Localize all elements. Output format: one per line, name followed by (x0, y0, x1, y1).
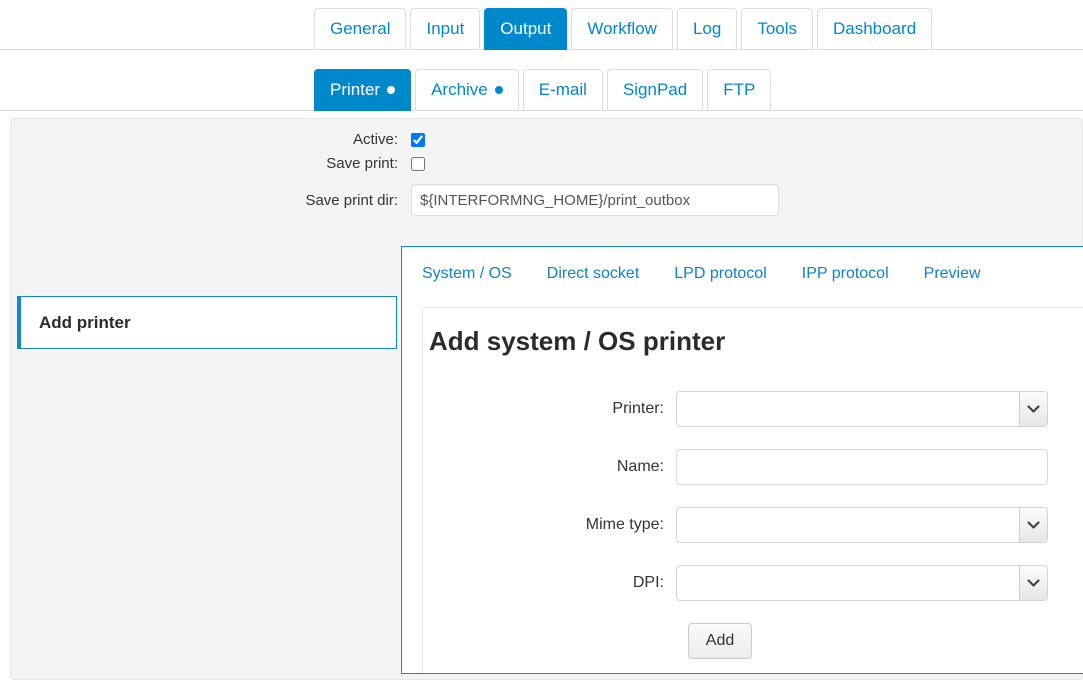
tab-tools-label: Tools (757, 19, 797, 38)
save-print-dir-input[interactable] (411, 184, 779, 216)
mime-type-select[interactable] (676, 507, 1048, 543)
save-print-label: Save print: (326, 155, 398, 172)
printer-field-row: Printer: (423, 391, 1083, 427)
active-checkbox[interactable] (411, 133, 425, 148)
status-dot-icon (494, 85, 503, 94)
name-field-control (676, 449, 1083, 485)
printer-type-tab-system-os[interactable]: System / OS (422, 265, 512, 283)
printer-type-tab-lpd-protocol[interactable]: LPD protocol (674, 265, 767, 283)
subtab-archive[interactable]: Archive (415, 69, 519, 111)
content-area: Active: Save print: Save print dir: Add … (10, 118, 1083, 680)
tab-input-label: Input (426, 19, 465, 38)
subtab-printer-label: Printer (330, 80, 381, 99)
printer-settings-form: Active: Save print: Save print dir: (11, 131, 811, 223)
main-tab-list: General Input Output Workflow Log Tools … (314, 8, 933, 50)
printer-type-tab-list: System / OS Direct socket LPD protocol I… (422, 265, 981, 283)
printer-type-tab-ipp-protocol[interactable]: IPP protocol (802, 265, 889, 283)
mime-type-field-control (676, 507, 1083, 543)
save-print-control (411, 155, 811, 172)
printer-select[interactable] (676, 391, 1048, 427)
dpi-field-row: DPI: (423, 565, 1083, 601)
subtab-signpad-label: SignPad (622, 80, 688, 99)
save-print-dir-row: Save print dir: (11, 184, 811, 216)
tab-log-label: Log (692, 19, 722, 38)
tab-general[interactable]: General (314, 8, 407, 50)
output-sub-tab-list: Printer Archive E-mail SignPad FTP (314, 69, 772, 111)
tab-workflow[interactable]: Workflow (571, 8, 673, 50)
chevron-down-icon (1019, 508, 1047, 542)
tab-dashboard[interactable]: Dashboard (817, 8, 933, 50)
chevron-down-icon (1019, 566, 1047, 600)
save-print-checkbox[interactable] (411, 157, 425, 172)
add-button[interactable]: Add (688, 623, 752, 659)
save-print-row: Save print: (11, 155, 811, 172)
main-tab-bar: General Input Output Workflow Log Tools … (0, 0, 1083, 50)
printer-field-label: Printer: (612, 400, 664, 417)
subtab-email-label: E-mail (538, 80, 587, 99)
dpi-select-value (677, 566, 1047, 600)
subtab-ftp[interactable]: FTP (707, 69, 772, 111)
add-printer-panel-header[interactable]: Add printer (17, 296, 397, 349)
add-printer-panel: Add printer (17, 296, 397, 656)
printer-type-panel: System / OS Direct socket LPD protocol I… (401, 246, 1083, 674)
dpi-field-label: DPI: (632, 574, 664, 591)
save-print-dir-control (411, 184, 811, 216)
tab-output[interactable]: Output (484, 8, 568, 50)
subtab-signpad[interactable]: SignPad (606, 69, 704, 111)
printer-type-tab-direct-socket[interactable]: Direct socket (547, 265, 639, 283)
output-sub-tab-bar: Printer Archive E-mail SignPad FTP (0, 50, 1083, 111)
active-row: Active: (11, 131, 811, 148)
subtab-ftp-label: FTP (723, 80, 756, 99)
printer-type-tab-preview[interactable]: Preview (924, 265, 981, 283)
tab-log[interactable]: Log (676, 8, 738, 50)
chevron-down-icon (1019, 392, 1047, 426)
name-field-row: Name: (423, 449, 1083, 485)
tab-general-label: General (330, 19, 391, 38)
dpi-select[interactable] (676, 565, 1048, 601)
name-field-label: Name: (616, 458, 664, 475)
subtab-printer[interactable]: Printer (314, 69, 412, 111)
page-title: Add system / OS printer (429, 326, 726, 356)
printer-field-control (676, 391, 1083, 427)
active-control (411, 131, 811, 148)
active-label: Active: (352, 131, 398, 148)
status-dot-icon (387, 85, 396, 94)
mime-type-field-label: Mime type: (585, 516, 664, 533)
tab-dashboard-label: Dashboard (833, 19, 917, 38)
tab-input[interactable]: Input (410, 8, 481, 50)
mime-type-field-row: Mime type: (423, 507, 1083, 543)
printer-select-value (677, 392, 1047, 426)
tab-output-label: Output (500, 19, 552, 38)
mime-type-select-value (677, 508, 1047, 542)
add-printer-panel-title: Add printer (39, 312, 131, 332)
dpi-field-control (676, 565, 1083, 601)
save-print-dir-label: Save print dir: (305, 191, 398, 209)
tab-tools[interactable]: Tools (741, 8, 813, 50)
name-input[interactable] (676, 449, 1048, 485)
subtab-archive-label: Archive (431, 80, 488, 99)
add-printer-form-card: Add system / OS printer Printer: Name: M… (422, 307, 1083, 673)
tab-workflow-label: Workflow (587, 19, 657, 38)
subtab-email[interactable]: E-mail (522, 69, 603, 111)
